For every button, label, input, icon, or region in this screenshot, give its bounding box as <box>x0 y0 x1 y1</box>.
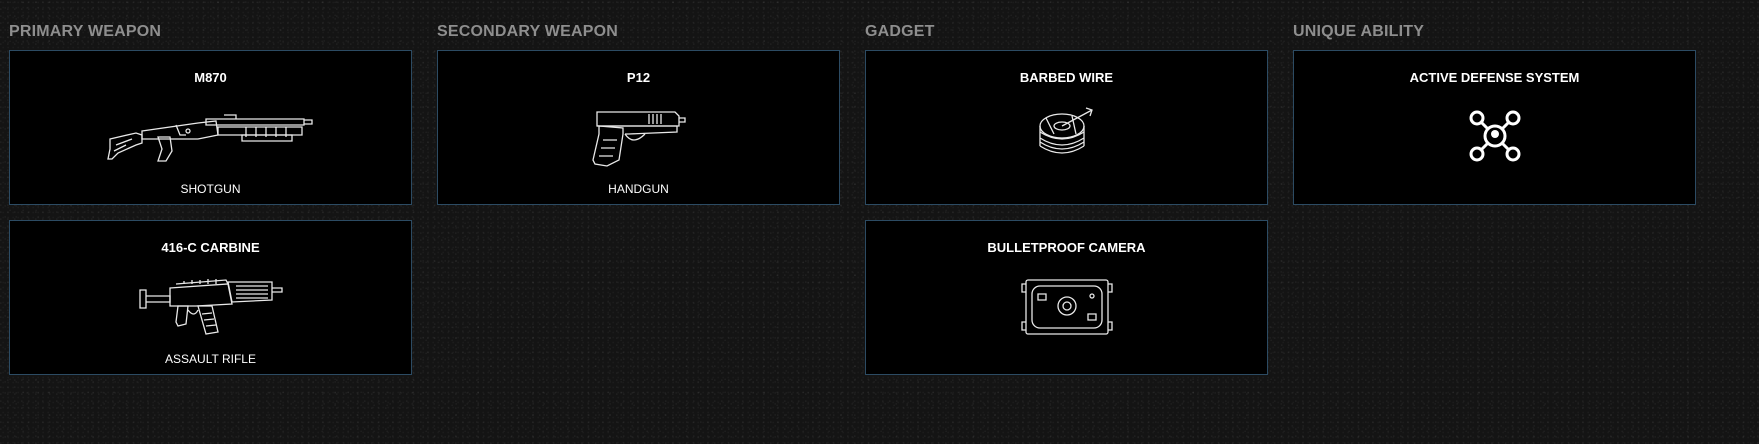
unique-ability-title: UNIQUE ABILITY <box>1293 23 1425 40</box>
secondary-weapon-card-p12[interactable]: P12 HANDGUN <box>437 50 840 205</box>
weapon-type: ASSAULT RIFLE <box>165 352 256 366</box>
gadget-column: GADGET BARBED WIRE BULLETPROOF CAMERA <box>865 22 1268 390</box>
secondary-weapon-column: SECONDARY WEAPON P12 HANDGUN <box>437 22 840 220</box>
weapon-name: M870 <box>194 70 227 85</box>
secondary-weapon-title: SECONDARY WEAPON <box>437 23 618 40</box>
weapon-name: 416-C CARBINE <box>161 240 260 255</box>
weapon-type: HANDGUN <box>608 182 669 196</box>
gadget-name: BULLETPROOF CAMERA <box>987 240 1146 255</box>
shotgun-icon <box>10 95 411 177</box>
gadget-name: BARBED WIRE <box>1019 70 1114 85</box>
gadget-card-bulletproof-camera[interactable]: BULLETPROOF CAMERA <box>865 220 1268 375</box>
primary-weapon-title: PRIMARY WEAPON <box>9 23 162 40</box>
handgun-icon <box>438 95 839 177</box>
unique-ability-column: UNIQUE ABILITY ACTIVE DEFENSE SYSTEM <box>1293 22 1696 220</box>
primary-weapon-card-416c-carbine[interactable]: 416-C CARBINE ASSAULT RIFLE <box>9 220 412 375</box>
ability-name: ACTIVE DEFENSE SYSTEM <box>1409 70 1580 85</box>
barbed-wire-icon <box>866 95 1267 177</box>
weapon-type: SHOTGUN <box>180 182 241 196</box>
active-defense-system-icon <box>1294 95 1695 177</box>
gadget-card-barbed-wire[interactable]: BARBED WIRE <box>865 50 1268 205</box>
weapon-name: P12 <box>626 70 651 85</box>
bulletproof-camera-icon <box>866 265 1267 347</box>
gadget-title: GADGET <box>865 23 935 40</box>
assault-rifle-icon <box>10 265 411 347</box>
primary-weapon-card-m870[interactable]: M870 SHOTGUN <box>9 50 412 205</box>
unique-ability-card-active-defense-system[interactable]: ACTIVE DEFENSE SYSTEM <box>1293 50 1696 205</box>
primary-weapon-column: PRIMARY WEAPON M870 SHOTGUN 416-C CARBIN… <box>9 22 412 390</box>
